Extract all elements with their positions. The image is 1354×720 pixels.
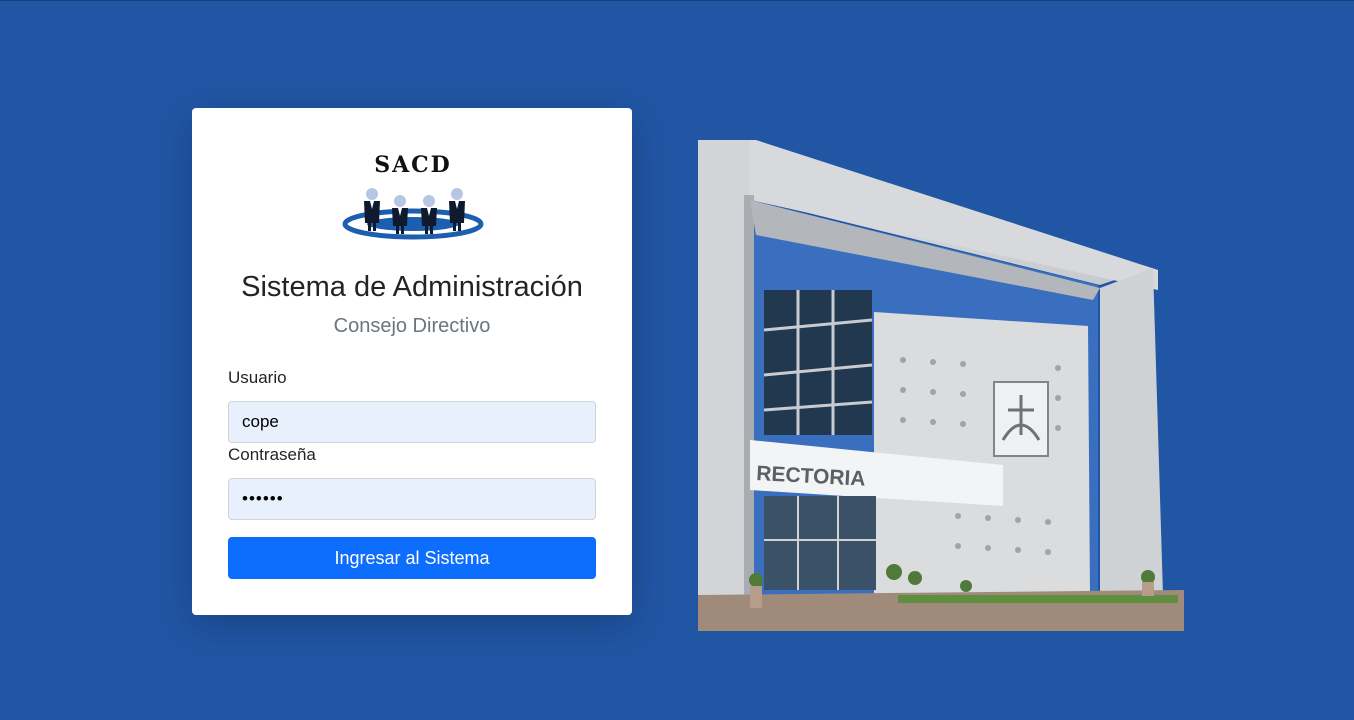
login-button[interactable]: Ingresar al Sistema [228,537,596,579]
login-card: SACD Sistema de Administración Consejo D… [192,108,632,615]
logo-text: SACD [374,152,452,178]
sacd-logo: SACD [342,152,484,244]
page-subtitle: Consejo Directivo [333,315,491,337]
password-input[interactable] [228,478,596,520]
rectoria-building-photo: RECTORIA [698,140,1184,631]
username-label: Usuario [228,368,287,387]
page-title: Sistema de Administración [241,271,583,303]
logo-people-icon [342,188,484,240]
password-label: Contraseña [228,445,316,464]
username-input[interactable] [228,401,596,443]
